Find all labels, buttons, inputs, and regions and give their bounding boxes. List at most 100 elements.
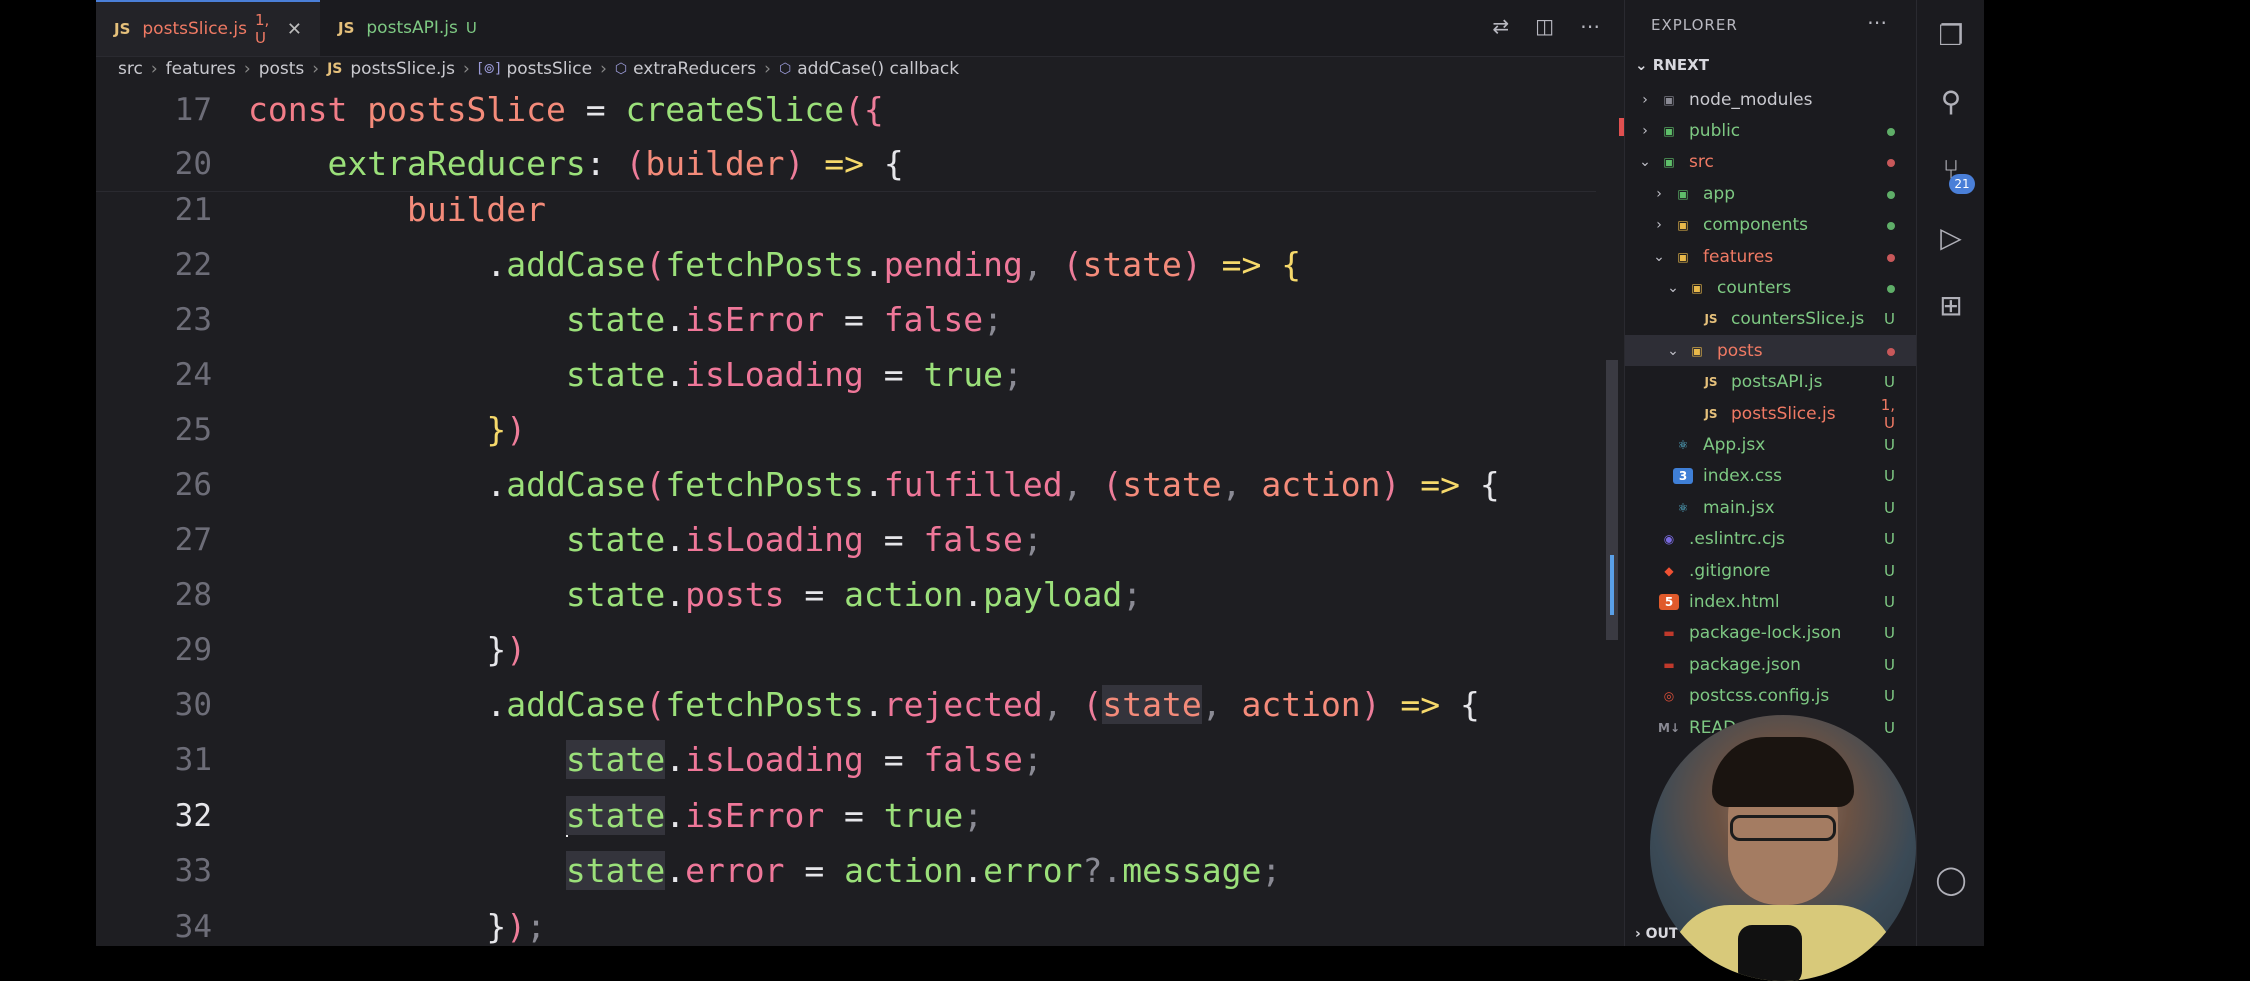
line-number: 26 <box>174 467 212 503</box>
breadcrumb-item[interactable]: postsSlice <box>506 59 592 79</box>
code-line[interactable]: 26 .addCase(fetchPosts.fulfilled, (state… <box>96 458 1596 512</box>
code-line[interactable]: 23 state.isError = false; <box>96 293 1596 347</box>
breadcrumb-item[interactable]: posts <box>259 59 305 79</box>
git-status <box>1871 248 1895 266</box>
project-name: RNEXT <box>1652 56 1709 74</box>
chevron-down-icon[interactable]: ⌄ <box>1665 280 1681 296</box>
code-text: state.isError = false; <box>565 300 1004 339</box>
code-text: state.error = action.error?.message; <box>565 851 1282 890</box>
tree-item-posts[interactable]: ⌄ ▣ posts <box>1625 335 1917 367</box>
chevron-right-icon[interactable]: › <box>1637 92 1653 108</box>
code-line[interactable]: 32 state.isError = true; <box>96 789 1596 843</box>
tab-postsapi[interactable]: JS postsAPI.js U <box>320 0 480 56</box>
folder-y-icon: ▣ <box>1691 343 1703 358</box>
tree-item-label: package-lock.json <box>1689 623 1842 644</box>
tree-item-app[interactable]: › ▣ app <box>1625 178 1917 209</box>
git-status <box>1871 279 1895 297</box>
method-symbol-icon: ⬡ <box>614 61 628 77</box>
git-status <box>1871 342 1895 360</box>
breadcrumb-item[interactable]: addCase() callback <box>797 59 959 79</box>
code-line[interactable]: 33 state.error = action.error?.message; <box>96 844 1596 898</box>
tree-item-label: public <box>1689 120 1741 141</box>
eslint-icon: ◉ <box>1663 532 1675 547</box>
code-line[interactable]: 34 }); <box>96 900 1596 946</box>
glasses <box>1730 815 1836 841</box>
tree-item-postcss-config-js[interactable]: ◎ postcss.config.js U <box>1625 681 1917 712</box>
tree-item-postsapi-js[interactable]: JS postsAPI.js U <box>1625 367 1917 398</box>
outline-label: OUT <box>1645 926 1679 942</box>
split-editor-icon[interactable]: ◫ <box>1535 14 1554 38</box>
chevron-right-icon[interactable]: › <box>1651 186 1667 202</box>
tree-item-label: app <box>1703 183 1735 204</box>
code-line[interactable]: 25 }) <box>96 403 1596 457</box>
tab-status: U <box>465 19 477 37</box>
tree-item-app-jsx[interactable]: ⚛ App.jsx U <box>1625 429 1917 460</box>
extensions-icon[interactable]: ⊞ <box>1933 288 1969 324</box>
tree-item-features[interactable]: ⌄ ▣ features <box>1625 241 1917 272</box>
breadcrumb-item[interactable]: postsSlice.js <box>350 59 455 79</box>
microphone <box>1738 925 1802 981</box>
tree-item-postsslice-js[interactable]: JS postsSlice.js 1, U <box>1625 396 1917 432</box>
code-line[interactable]: 30 .addCase(fetchPosts.rejected, (state,… <box>96 678 1596 732</box>
tree-item-package-json[interactable]: ▬ package.json U <box>1625 649 1917 680</box>
tree-item-main-jsx[interactable]: ⚛ main.jsx U <box>1625 492 1917 523</box>
code-line[interactable]: 29 }) <box>96 623 1596 677</box>
search-icon[interactable]: ⚲ <box>1933 84 1969 120</box>
tab-status: 1, U <box>255 11 270 47</box>
open-changes-icon[interactable]: ⇄ <box>1492 14 1509 38</box>
sticky-scroll-line[interactable]: 17 const postsSlice = createSlice({ <box>96 83 1596 138</box>
tree-item-gitignore[interactable]: ◆ .gitignore U <box>1625 555 1917 586</box>
tree-item-label: postsSlice.js <box>1731 403 1836 424</box>
breadcrumb-item[interactable]: extraReducers <box>633 59 756 79</box>
chevron-down-icon[interactable]: ⌄ <box>1651 249 1667 265</box>
project-header[interactable]: ⌄ RNEXT <box>1635 56 1709 74</box>
tree-item-eslintrc-cjs[interactable]: ◉ .eslintrc.cjs U <box>1625 524 1917 555</box>
code-line[interactable]: 27 state.isLoading = false; <box>96 513 1596 567</box>
tree-item-label: node_modules <box>1689 89 1813 110</box>
tree-item-node-modules[interactable]: › ▣ node_modules <box>1625 84 1917 115</box>
tree-item-components[interactable]: › ▣ components <box>1625 210 1917 241</box>
account-icon[interactable]: ◯ <box>1933 862 1969 898</box>
breadcrumb-item[interactable]: features <box>166 59 236 79</box>
code-line[interactable]: 22 .addCase(fetchPosts.pending, (state) … <box>96 238 1596 292</box>
breadcrumb-item[interactable]: src <box>118 59 143 79</box>
tab-postsslice[interactable]: JS postsSlice.js 1, U ✕ <box>96 0 320 56</box>
js-file-icon: JS <box>338 19 355 37</box>
git-status <box>1871 153 1895 171</box>
tree-item-label: components <box>1703 215 1809 236</box>
line-number: 32 <box>174 798 212 834</box>
chevron-down-icon[interactable]: ⌄ <box>1637 154 1653 170</box>
tab-label: postsAPI.js <box>366 18 458 38</box>
react-icon: ⚛ <box>1677 437 1689 452</box>
tree-item-counters[interactable]: ⌄ ▣ counters <box>1625 272 1917 303</box>
tree-item-index-css[interactable]: 3 index.css U <box>1625 461 1917 492</box>
code-line[interactable]: 31 state.isLoading = false; <box>96 733 1596 787</box>
code-line[interactable]: 21 builder <box>96 183 1596 237</box>
chevron-down-icon[interactable]: ⌄ <box>1665 343 1681 359</box>
files-icon[interactable]: ❐ <box>1933 18 1969 54</box>
chevron-right-icon[interactable]: › <box>1637 123 1653 139</box>
run-debug-icon[interactable]: ▷ <box>1933 220 1969 256</box>
chevron-right-icon[interactable]: › <box>1651 217 1667 233</box>
outline-section[interactable]: › OUT <box>1635 926 1678 942</box>
tree-item-public[interactable]: › ▣ public <box>1625 115 1917 146</box>
tree-item-label: index.html <box>1689 591 1780 612</box>
code-line[interactable]: 28 state.posts = action.payload; <box>96 568 1596 622</box>
folder-g-icon: ▣ <box>1663 155 1675 170</box>
close-icon[interactable]: ✕ <box>287 19 302 40</box>
tree-item-label: App.jsx <box>1703 434 1766 455</box>
more-actions-icon[interactable]: ⋯ <box>1580 14 1600 38</box>
code-line[interactable]: 24 state.isLoading = true; <box>96 348 1596 402</box>
breadcrumb: src › features › posts › JS postsSlice.js › … <box>118 59 960 79</box>
code-text: builder <box>406 190 547 229</box>
variable-symbol-icon: [⊚] <box>477 61 501 77</box>
webcam-overlay <box>1650 715 1916 981</box>
tree-item-src[interactable]: ⌄ ▣ src <box>1625 147 1917 178</box>
tree-item-index-html[interactable]: 5 index.html U <box>1625 586 1917 617</box>
method-symbol-icon: ⬡ <box>778 61 792 77</box>
tree-item-countersslice-js[interactable]: JS countersSlice.js U <box>1625 304 1917 335</box>
line-number: 30 <box>174 687 212 723</box>
more-actions-icon[interactable]: ⋯ <box>1867 10 1887 34</box>
line-number: 27 <box>174 522 212 558</box>
tree-item-package-lock-json[interactable]: ▬ package-lock.json U <box>1625 618 1917 649</box>
